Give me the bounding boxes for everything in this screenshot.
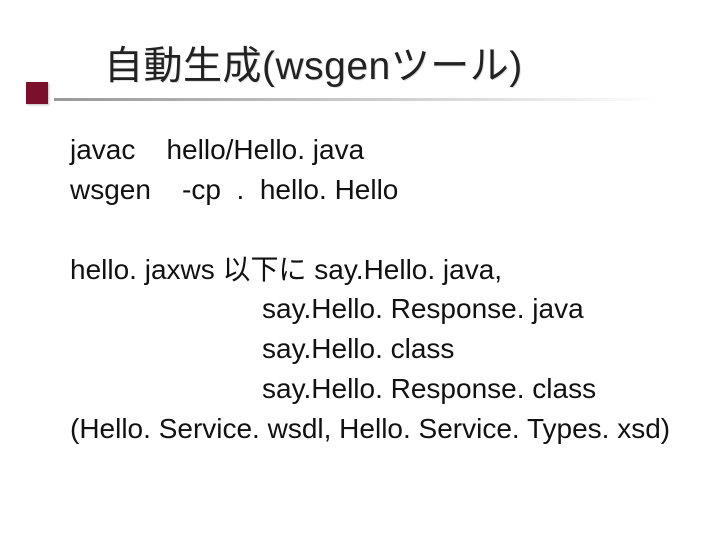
- code-line-5: say.Hello. class: [70, 329, 670, 369]
- title-wrap: 自動生成(wsgenツール): [0, 44, 720, 91]
- title-underline: [54, 98, 662, 101]
- code-line-2: wsgen -cp . hello. Hello: [70, 170, 670, 210]
- blank-line: [70, 210, 670, 250]
- code-line-6: say.Hello. Response. class: [70, 369, 670, 409]
- slide: 自動生成(wsgenツール) javac hello/Hello. java w…: [0, 0, 720, 540]
- code-line-7: (Hello. Service. wsdl, Hello. Service. T…: [70, 409, 670, 449]
- code-line-4: say.Hello. Response. java: [70, 289, 670, 329]
- code-line-1: javac hello/Hello. java: [70, 130, 670, 170]
- slide-title: 自動生成(wsgenツール): [104, 44, 720, 91]
- slide-body: javac hello/Hello. java wsgen -cp . hell…: [70, 130, 670, 448]
- code-line-3: hello. jaxws 以下に say.Hello. java,: [70, 250, 670, 290]
